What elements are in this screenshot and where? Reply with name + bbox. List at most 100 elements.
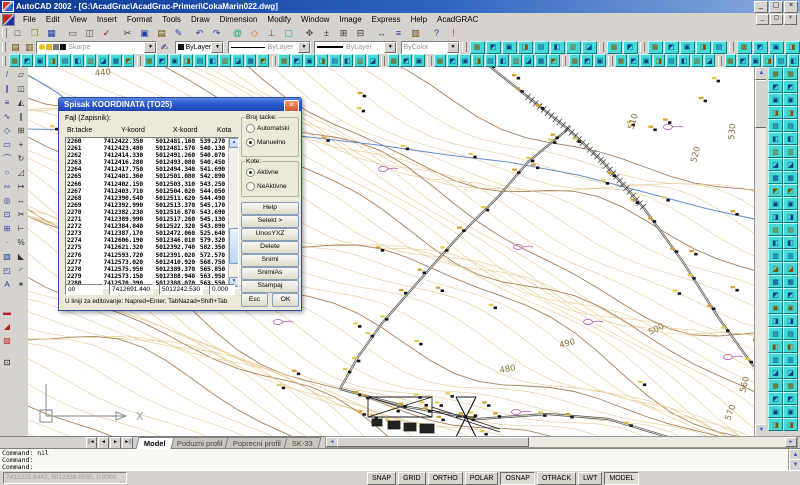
- acadgrac-tool-icon[interactable]: ▦: [470, 41, 485, 54]
- acadgrac-tool-icon[interactable]: ▣: [783, 301, 798, 314]
- acadgrac-tool-icon[interactable]: ◪: [704, 54, 716, 67]
- acadgrac-tool-icon[interactable]: ▤: [783, 223, 798, 236]
- acadgrac-tool-icon[interactable]: ▤: [775, 54, 787, 67]
- line-icon[interactable]: /: [0, 67, 15, 81]
- menu-express[interactable]: Express: [367, 14, 406, 25]
- coordinate-row[interactable]: 22677412403.7105012504.020544.050: [66, 188, 238, 195]
- stampaj-button[interactable]: Stampaj: [241, 280, 299, 293]
- toggle-polar[interactable]: POLAR: [465, 472, 499, 485]
- radio-dot[interactable]: [246, 138, 255, 147]
- coordinate-row[interactable]: 22637412416.2805012493.080540.450: [66, 159, 238, 166]
- chevron-down-icon[interactable]: ▼: [447, 42, 459, 53]
- acadgrac-tool-icon[interactable]: ▦: [110, 54, 122, 67]
- survey-point[interactable]: [638, 381, 646, 386]
- acadgrac-tool-icon[interactable]: ▥: [691, 54, 703, 67]
- survey-point[interactable]: [435, 401, 443, 406]
- scale-icon[interactable]: ◿: [14, 165, 29, 179]
- survey-point[interactable]: [512, 74, 520, 79]
- acadgrac-tool-icon[interactable]: ▥: [768, 249, 783, 262]
- coordinate-row[interactable]: 22777412573.0205012410.920568.750: [66, 259, 238, 266]
- acadgrac-tool-icon[interactable]: ▥: [566, 41, 581, 54]
- acadgrac-tool-icon[interactable]: ◧: [783, 132, 798, 145]
- coordinate-row[interactable]: 22687412390.5405012511.620544.490: [66, 195, 238, 202]
- survey-point[interactable]: [353, 322, 361, 327]
- acadgrac-tool-icon[interactable]: ▣: [640, 54, 652, 67]
- menu-help[interactable]: Help: [406, 14, 432, 25]
- find-icon[interactable]: ✓: [98, 26, 115, 41]
- region-icon[interactable]: ◰: [0, 263, 15, 277]
- break-icon[interactable]: %: [14, 235, 29, 249]
- menu-format[interactable]: Format: [122, 14, 157, 25]
- acadgrac-tool-icon[interactable]: ◩: [21, 54, 33, 67]
- survey-point[interactable]: [437, 416, 445, 421]
- multiline-text-icon[interactable]: A: [0, 277, 15, 291]
- chevron-down-icon[interactable]: ▼: [144, 42, 156, 53]
- acadgrac-tool-icon[interactable]: ◩: [257, 54, 269, 67]
- acadgrac-tool-icon[interactable]: ▦: [434, 54, 446, 67]
- acadgrac-tool-icon[interactable]: ◨: [696, 41, 711, 54]
- acadgrac-tool-icon[interactable]: ◪: [97, 54, 109, 67]
- acadgrac-tool-icon[interactable]: ◪: [783, 366, 798, 379]
- coordinate-row[interactable]: 22757412621.3205012392.740582.350: [66, 244, 238, 251]
- acadgrac-tool-icon[interactable]: ◩: [783, 80, 798, 93]
- toggle-snap[interactable]: SNAP: [367, 472, 396, 485]
- help-button[interactable]: Help: [241, 202, 299, 215]
- acadgrac-tool-icon[interactable]: ◩: [783, 288, 798, 301]
- acadgrac-tool-icon[interactable]: ▣: [768, 301, 783, 314]
- menu-modify[interactable]: Modify: [262, 14, 296, 25]
- radio-automatski[interactable]: Automatski: [246, 124, 289, 133]
- acadgrac-tool-icon[interactable]: ◨: [783, 418, 798, 431]
- coordinate-list[interactable]: 22607412422.3505012481.160539.2702261741…: [65, 137, 239, 289]
- acadgrac-tool-icon[interactable]: ▣: [768, 197, 783, 210]
- properties-icon[interactable]: ≡: [390, 26, 407, 41]
- acadgrac-tool-icon[interactable]: ▥: [85, 54, 97, 67]
- acadgrac-tool-icon[interactable]: ▥: [783, 249, 798, 262]
- toggle-grid[interactable]: GRID: [398, 472, 426, 485]
- close-button[interactable]: ×: [784, 1, 798, 13]
- menu-edit[interactable]: Edit: [41, 14, 65, 25]
- acadgrac-tool-icon[interactable]: ▦: [768, 171, 783, 184]
- coordinate-row[interactable]: 22717412389.9905012517.260545.130: [66, 216, 238, 223]
- radio-dot[interactable]: [246, 182, 255, 191]
- survey-point[interactable]: [413, 393, 421, 398]
- command-window[interactable]: Command: nilCommand:Command: ▲ ▼: [0, 448, 800, 472]
- survey-point[interactable]: [357, 107, 365, 112]
- acadgrac-tool-icon[interactable]: ▣: [750, 54, 762, 67]
- acadgrac-tool-icon[interactable]: ◨: [182, 54, 194, 67]
- coordinate-row[interactable]: 22697412392.9905012513.370545.170: [66, 202, 238, 209]
- snimias-button[interactable]: SnimiAs: [241, 267, 299, 280]
- radio-dot[interactable]: [246, 124, 255, 133]
- acadgrac-tool-icon[interactable]: ◧: [768, 132, 783, 145]
- explode-icon[interactable]: ✶: [14, 277, 29, 291]
- survey-point[interactable]: [420, 401, 428, 406]
- acadgrac-tool-icon[interactable]: ▦: [768, 275, 783, 288]
- acadgrac-tool-icon[interactable]: ◨: [768, 106, 783, 119]
- menu-dimension[interactable]: Dimension: [215, 14, 263, 25]
- snimi-button[interactable]: Snimi: [241, 254, 299, 267]
- acadgrac-tool-icon[interactable]: ◧: [768, 340, 783, 353]
- acadgrac-tool-icon[interactable]: ▦: [278, 54, 290, 67]
- acadgrac-tool-icon[interactable]: ▣: [783, 197, 798, 210]
- multiline-icon[interactable]: ≡: [0, 95, 15, 109]
- acadgrac-tool-icon[interactable]: ▤: [485, 54, 497, 67]
- acadgrac-tool-icon[interactable]: ◩: [486, 41, 501, 54]
- chevron-down-icon[interactable]: ▼: [211, 42, 223, 53]
- designcenter-icon[interactable]: ▥: [407, 26, 424, 41]
- esc-button[interactable]: Esc: [241, 293, 268, 307]
- horizontal-scrollbar[interactable]: ◄ ►: [325, 436, 798, 448]
- polyline-icon[interactable]: ∿: [0, 109, 15, 123]
- acadgrac-tool-icon[interactable]: ▤: [329, 54, 341, 67]
- acadgrac-tool-icon[interactable]: ▥: [783, 145, 798, 158]
- acadgrac-tool-icon[interactable]: ◢: [0, 319, 15, 333]
- acadgrac-tool-icon[interactable]: ▦: [388, 54, 400, 67]
- acadgrac-tool-icon[interactable]: ◨: [316, 54, 328, 67]
- acadgrac-tool-icon[interactable]: ▤: [712, 41, 727, 54]
- coordinate-row[interactable]: 22607412422.3505012481.160539.270: [66, 138, 238, 145]
- acadgrac-tool-icon[interactable]: ◨: [783, 210, 798, 223]
- zoom-realtime-icon[interactable]: ±: [318, 26, 335, 41]
- copy-object-icon[interactable]: ◫: [14, 81, 29, 95]
- acadgrac-tool-icon[interactable]: ▥: [768, 353, 783, 366]
- save-icon[interactable]: ▦: [43, 26, 60, 41]
- acadgrac-tool-icon[interactable]: ◩: [400, 54, 412, 67]
- acadgrac-tool-icon[interactable]: ▥: [219, 54, 231, 67]
